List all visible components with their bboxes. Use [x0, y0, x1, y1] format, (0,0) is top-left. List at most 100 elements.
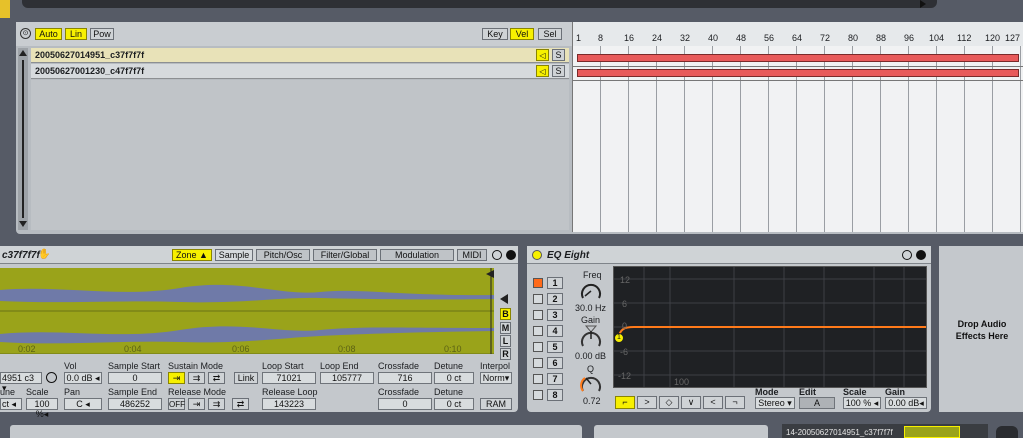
pitch-osc-tab[interactable]: Pitch/Osc: [256, 249, 310, 261]
fold-icon[interactable]: ⊙: [20, 28, 31, 39]
hot-swap-icon[interactable]: [492, 250, 502, 260]
sample-tab[interactable]: Sample: [215, 249, 253, 261]
eq-hot-swap-icon[interactable]: [902, 250, 912, 260]
vel-button[interactable]: Vel: [510, 28, 534, 40]
r-button[interactable]: R: [500, 348, 511, 360]
sustain-pingpong-button[interactable]: ⇄: [208, 372, 225, 384]
track-row[interactable]: 20050627014951_c37f7f7f ◁ S: [31, 48, 569, 63]
band-1-toggle[interactable]: [533, 278, 543, 288]
solo-button[interactable]: S: [552, 49, 565, 61]
scroll-up-icon[interactable]: [19, 50, 27, 56]
sel-button[interactable]: Sel: [538, 28, 562, 40]
clip-thumbnail[interactable]: [904, 426, 960, 438]
band-4-button[interactable]: 4: [547, 325, 563, 337]
waveform-display[interactable]: 0:02 0:04 0:06 0:08 0:10: [0, 268, 494, 354]
play-arrow-icon[interactable]: [920, 0, 926, 8]
sample-select[interactable]: 4951 c3 ▾: [0, 372, 42, 393]
interpol-select[interactable]: Norm▾: [480, 372, 512, 384]
sample-start-field[interactable]: 0: [108, 372, 162, 384]
auto-button[interactable]: Auto: [35, 28, 62, 40]
release-mode3-button[interactable]: ⇉: [208, 398, 225, 410]
mode-select[interactable]: Stereo ▾: [755, 397, 795, 409]
eq-gain-field[interactable]: 0.00 dB◂: [885, 397, 927, 409]
lowshelf-filter-button[interactable]: >: [637, 396, 657, 409]
notch-filter-button[interactable]: ∨: [681, 396, 701, 409]
midi-tab[interactable]: MIDI: [457, 249, 487, 261]
q-knob[interactable]: [579, 373, 603, 395]
band-5-toggle[interactable]: [533, 342, 543, 352]
scroll-down-icon[interactable]: [19, 221, 27, 227]
band-2-toggle[interactable]: [533, 294, 543, 304]
modulation-tab[interactable]: Modulation: [380, 249, 454, 261]
ram-button[interactable]: RAM: [480, 398, 512, 410]
speaker-icon[interactable]: ◁: [536, 49, 549, 61]
velocity-bar[interactable]: [577, 69, 1019, 77]
release-pingpong-button[interactable]: ⇄: [232, 398, 249, 410]
pan-field[interactable]: C ◂: [64, 398, 102, 410]
release-loop-field[interactable]: 143223: [262, 398, 316, 410]
eq-scale-field[interactable]: 100 % ◂: [843, 397, 881, 409]
eq-y-tick: 0: [622, 321, 628, 331]
band-3-button[interactable]: 3: [547, 309, 563, 321]
crossfade2-field[interactable]: 0: [378, 398, 432, 410]
footer-icon[interactable]: [996, 426, 1018, 438]
sample-end-field[interactable]: 486252: [108, 398, 162, 410]
detune-field[interactable]: 0 ct: [434, 372, 474, 384]
band-8-button[interactable]: 8: [547, 389, 563, 401]
save-icon[interactable]: [506, 250, 516, 260]
scale-field[interactable]: 100 %◂: [26, 398, 58, 419]
filter-global-tab[interactable]: Filter/Global: [313, 249, 377, 261]
velocity-bar[interactable]: [577, 54, 1019, 62]
band-8-toggle[interactable]: [533, 390, 543, 400]
key-button[interactable]: Key: [482, 28, 508, 40]
band-3-toggle[interactable]: [533, 310, 543, 320]
edit-field[interactable]: A: [799, 397, 835, 409]
release-loop-mode-button[interactable]: ⇥: [188, 398, 205, 410]
drop-audio-effects-area[interactable]: Drop Audio Effects Here: [937, 246, 1023, 412]
link-button[interactable]: Link: [234, 372, 258, 384]
band-2-button[interactable]: 2: [547, 293, 563, 305]
solo-button[interactable]: S: [552, 65, 565, 77]
band-6-button[interactable]: 6: [547, 357, 563, 369]
loop-end-field[interactable]: 105777: [320, 372, 374, 384]
zone-tab[interactable]: Zone ▲: [172, 249, 212, 261]
lowcut-filter-button[interactable]: ⌐: [615, 396, 635, 409]
eq-gain-label: Gain: [885, 387, 906, 397]
l-button[interactable]: L: [500, 335, 511, 347]
lin-button[interactable]: Lin: [65, 28, 87, 40]
eq-save-icon[interactable]: [916, 250, 926, 260]
power-icon[interactable]: [532, 250, 542, 260]
band-4-toggle[interactable]: [533, 326, 543, 336]
crossfade-field[interactable]: 716: [378, 372, 432, 384]
sustain-one-shot-button[interactable]: ⇥: [168, 372, 185, 384]
vol-field[interactable]: 0.0 dB ◂: [64, 372, 102, 384]
band-7-button[interactable]: 7: [547, 373, 563, 385]
ruler-tick: 56: [764, 33, 775, 43]
highcut-filter-button[interactable]: ¬: [725, 396, 745, 409]
pow-button[interactable]: Pow: [90, 28, 114, 40]
sustain-loop-button[interactable]: ⇉: [188, 372, 205, 384]
speaker-icon[interactable]: ◁: [536, 65, 549, 77]
velocity-ruler[interactable]: 1 8 16 24 32 40 48 56 64 72 80 88 96 104…: [572, 22, 1023, 46]
detune2-field[interactable]: 0 ct: [434, 398, 474, 410]
freq-knob[interactable]: [579, 280, 603, 302]
band-handle[interactable]: 1: [614, 333, 624, 343]
sample-options-icon[interactable]: [46, 372, 57, 383]
band-1-button[interactable]: 1: [547, 277, 563, 289]
band-5-button[interactable]: 5: [547, 341, 563, 353]
velocity-grid[interactable]: [572, 46, 1023, 232]
m-button[interactable]: M: [500, 322, 511, 334]
gain-knob[interactable]: [579, 324, 603, 350]
tune-field[interactable]: ct ◂: [0, 398, 22, 410]
waveform-scroll-icon[interactable]: [500, 294, 508, 304]
highshelf-filter-button[interactable]: <: [703, 396, 723, 409]
bell-filter-button[interactable]: ◇: [659, 396, 679, 409]
band-7-toggle[interactable]: [533, 374, 543, 384]
b-button[interactable]: B: [500, 308, 511, 320]
loop-start-field[interactable]: 71021: [262, 372, 316, 384]
eq-display[interactable]: 12 6 0 -6 -12 100 1: [613, 266, 927, 388]
release-off-button[interactable]: OFF: [168, 398, 185, 410]
track-row[interactable]: 20050627001230_c47f7f7f ◁ S: [31, 64, 569, 79]
vertical-scrollbar[interactable]: [18, 48, 28, 230]
band-6-toggle[interactable]: [533, 358, 543, 368]
